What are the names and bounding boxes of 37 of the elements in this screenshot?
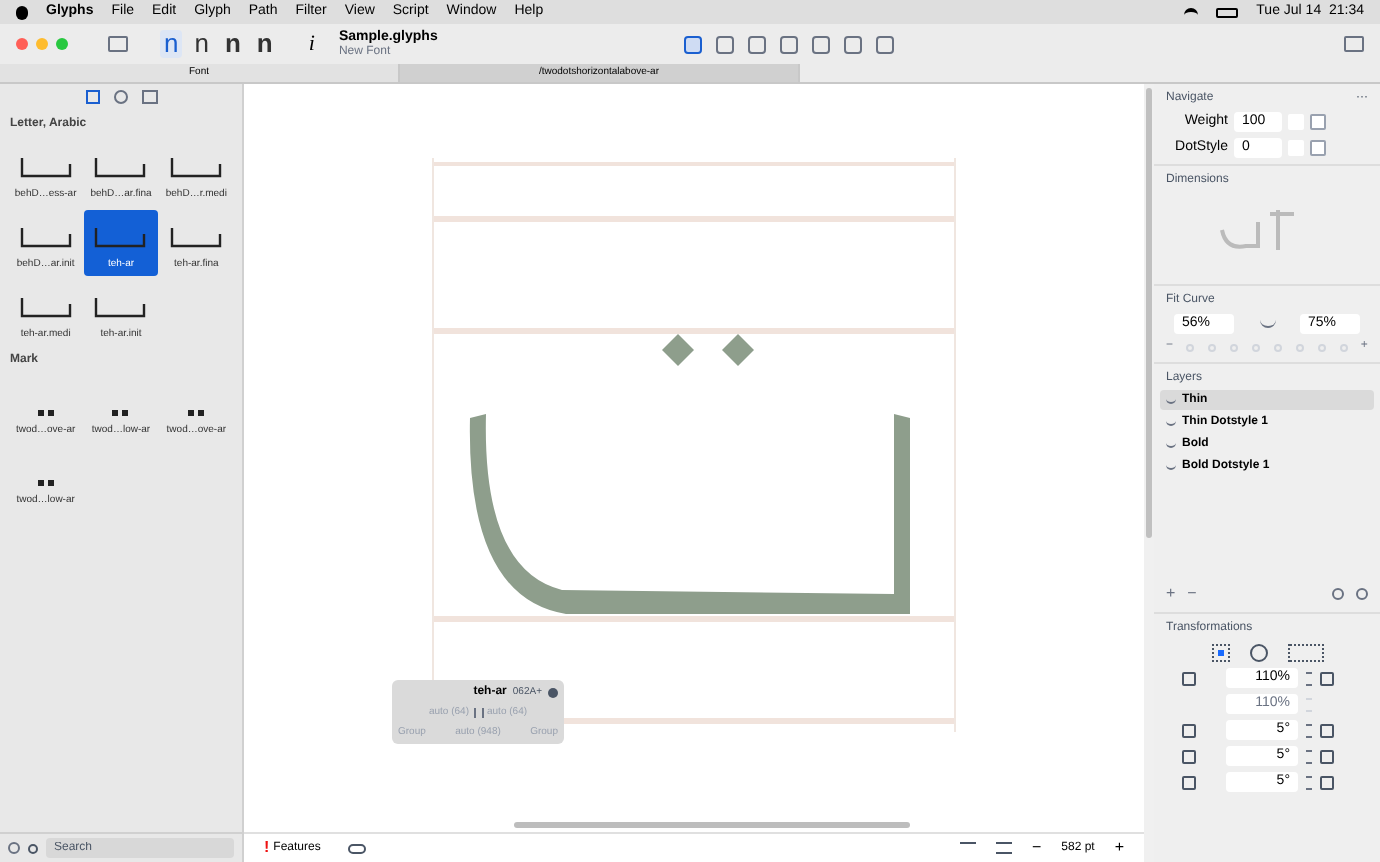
- add-layer-button[interactable]: +: [1166, 582, 1176, 606]
- battery-icon: [1216, 7, 1239, 17]
- glyph-thumbnail-drawing: [92, 223, 149, 251]
- glyph-thumbnail-drawing: [17, 223, 74, 251]
- master-button[interactable]: n: [252, 30, 277, 58]
- glyph-thumbnail-drawing: [92, 293, 149, 321]
- glyph-thumbnail-drawing: [168, 153, 225, 181]
- wifi-icon[interactable]: [1184, 7, 1199, 17]
- zoom-in-button[interactable]: +: [1114, 836, 1124, 860]
- master-button[interactable]: n: [220, 30, 245, 58]
- dots-thumbnail-drawing: [37, 479, 54, 487]
- panel-scrollbar[interactable]: [1146, 88, 1152, 538]
- glyph-thumbnail-drawing: [17, 153, 74, 181]
- info-button[interactable]: i: [308, 27, 315, 61]
- remove-layer-button[interactable]: −: [1187, 582, 1197, 606]
- scrollbar[interactable]: [514, 822, 910, 828]
- grid-view-icon[interactable]: [85, 90, 99, 104]
- origin-grid-icon[interactable]: [1211, 644, 1229, 662]
- master-button[interactable]: n: [160, 30, 183, 58]
- glyph-thumbnail-drawing: [17, 293, 74, 321]
- pointer-tool-icon[interactable]: [683, 35, 702, 53]
- curve-icon: [1259, 320, 1275, 328]
- info-icon[interactable]: [548, 688, 558, 698]
- close-icon[interactable]: [16, 38, 28, 50]
- master-button[interactable]: n: [190, 30, 213, 58]
- warning-mark: !: [264, 836, 270, 860]
- glyph-canvas[interactable]: [432, 158, 956, 732]
- zoom-out-button[interactable]: −: [1031, 836, 1042, 860]
- glyph-thumbnail-drawing: [92, 153, 149, 181]
- metrics-icon: [473, 708, 483, 719]
- dots-thumbnail-drawing: [37, 409, 54, 417]
- glyph-thumbnail-drawing: [168, 223, 225, 251]
- dots-thumbnail-drawing: [112, 409, 129, 417]
- dots-thumbnail-drawing: [188, 409, 205, 417]
- crosshair-icon[interactable]: [1249, 644, 1267, 662]
- search-icon: [28, 843, 38, 853]
- selection-bounds-icon[interactable]: [1287, 644, 1323, 662]
